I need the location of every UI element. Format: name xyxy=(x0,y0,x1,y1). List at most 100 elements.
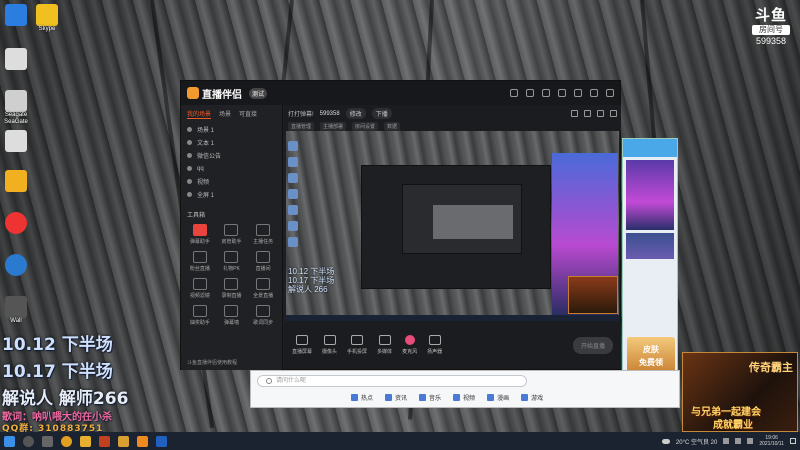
message-icon[interactable] xyxy=(526,89,534,97)
tool-item[interactable]: 全景直播 xyxy=(248,278,278,299)
search-tab[interactable]: 漫画 xyxy=(487,393,509,402)
tool-item[interactable]: 房管助手 xyxy=(217,224,247,245)
share-icon[interactable] xyxy=(610,110,617,117)
room-tag[interactable]: 房间设置 xyxy=(352,122,379,131)
search-tab[interactable]: 游戏 xyxy=(521,393,543,402)
game-ad-banner[interactable]: 传奇霸主 与兄弟一起建会 成就霸业 xyxy=(682,352,798,432)
lottery-icon xyxy=(192,305,207,317)
settings-icon[interactable] xyxy=(542,89,550,97)
desktop-icon-1[interactable] xyxy=(3,4,29,26)
danmu-hint: 打打弹幕! xyxy=(288,112,314,118)
scene-item[interactable]: 视频 xyxy=(181,175,282,188)
search-tab[interactable]: 音乐 xyxy=(419,393,441,402)
eye-icon[interactable] xyxy=(187,166,192,171)
desktop-icon-6[interactable] xyxy=(3,170,29,192)
side-window-thumb[interactable] xyxy=(626,233,674,259)
preview-nested-window-inner xyxy=(433,205,513,239)
app-icon[interactable] xyxy=(156,435,167,447)
overlay-line-3: 解说人 解师266 xyxy=(2,389,129,409)
start-icon[interactable] xyxy=(4,435,15,447)
scene-item[interactable]: 文本 1 xyxy=(181,136,282,149)
eye-icon[interactable] xyxy=(187,153,192,158)
eye-icon[interactable] xyxy=(187,127,192,132)
desktop-icon-wall[interactable]: Wall xyxy=(3,296,29,325)
eye-icon[interactable] xyxy=(187,192,192,197)
maximize-icon[interactable] xyxy=(590,89,598,97)
chart-icon[interactable] xyxy=(584,110,591,117)
music-icon xyxy=(419,394,427,401)
notification-icon[interactable] xyxy=(790,438,796,444)
phone-cast-button[interactable]: 手机投屏 xyxy=(347,335,367,355)
desktop-icon-3[interactable] xyxy=(3,48,29,70)
app-icon xyxy=(36,4,58,26)
room-tag[interactable]: 直播管理 xyxy=(288,122,315,131)
menu-icon[interactable] xyxy=(558,89,566,97)
tool-item[interactable]: 礼物PK xyxy=(217,251,247,272)
task-icon xyxy=(256,224,271,236)
weather-text[interactable]: 20°C 空气良 20 xyxy=(676,437,717,446)
tool-item[interactable]: 直播间 xyxy=(248,251,278,272)
search-tab[interactable]: 热点 xyxy=(351,393,373,402)
stream-preview[interactable]: 10.12 下半场 10.17 下半场 解说人 266 xyxy=(286,131,619,321)
scene-item[interactable]: 微信公告 xyxy=(181,149,282,162)
minimize-icon[interactable] xyxy=(574,89,582,97)
media-button[interactable]: 多媒体 xyxy=(377,335,392,355)
app-icon[interactable] xyxy=(118,435,129,447)
search-tab[interactable]: 视频 xyxy=(453,393,475,402)
weather-icon[interactable] xyxy=(661,438,670,444)
app-icon[interactable] xyxy=(137,435,148,447)
chrome-icon[interactable] xyxy=(61,435,72,447)
desktop-icon-7[interactable] xyxy=(3,212,29,234)
search-input[interactable]: 请问什么呢 xyxy=(257,375,527,387)
task-view-icon[interactable] xyxy=(42,435,53,447)
hot-icon xyxy=(351,394,358,401)
scene-item[interactable]: 场景 1 xyxy=(181,123,282,136)
tool-item[interactable]: 录制直播 xyxy=(217,278,247,299)
tool-item[interactable]: 视频滤镜 xyxy=(185,278,215,299)
room-tag[interactable]: 主播部署 xyxy=(320,122,347,131)
tab-my-scenes[interactable]: 我的场景 xyxy=(187,109,212,119)
speaker-icon xyxy=(428,335,441,345)
desktop-icon-steam[interactable] xyxy=(3,254,29,276)
preview-desktop-icons xyxy=(288,141,300,253)
eye-icon[interactable] xyxy=(187,140,192,145)
grid-icon[interactable] xyxy=(597,110,604,117)
tab-direct[interactable]: 可直接 xyxy=(239,109,257,119)
windows-icon xyxy=(5,4,27,26)
search-icon[interactable] xyxy=(23,435,34,447)
desktop-icon-skype[interactable]: Skype xyxy=(34,4,60,33)
skin-icon[interactable] xyxy=(510,89,518,97)
speaker-button[interactable]: 扬声器 xyxy=(427,335,442,355)
gift-icon[interactable] xyxy=(571,110,578,117)
side-window-banner[interactable] xyxy=(626,160,674,230)
tool-item[interactable]: 弹幕墙 xyxy=(217,305,247,326)
tool-item[interactable]: 抽奖助手 xyxy=(185,305,215,326)
tool-item[interactable]: 弹幕助手 xyxy=(185,224,215,245)
desktop-icon-5[interactable] xyxy=(3,130,29,152)
tool-item[interactable]: 歌词同步 xyxy=(248,305,278,326)
video-icon xyxy=(453,394,461,401)
eye-icon[interactable] xyxy=(187,179,192,184)
window-controls xyxy=(510,89,614,97)
tutorial-link[interactable]: 斗鱼直播伴侣使用教程 xyxy=(187,359,237,366)
tray-icons[interactable] xyxy=(723,438,754,444)
user-icon xyxy=(224,224,239,236)
screen-capture-button[interactable]: 直播屏幕 xyxy=(292,335,312,355)
status-button[interactable]: 下播 xyxy=(371,108,392,119)
scene-item[interactable]: qq xyxy=(181,162,282,175)
scene-item[interactable]: 全屏 1 xyxy=(181,188,282,201)
edit-button[interactable]: 修改 xyxy=(345,108,366,119)
tool-item[interactable]: 粉丝直播 xyxy=(185,251,215,272)
start-live-button[interactable]: 开始直播 xyxy=(572,336,613,354)
close-icon[interactable] xyxy=(606,89,614,97)
tab-scenes[interactable]: 场景 xyxy=(219,109,231,119)
search-tab[interactable]: 资讯 xyxy=(385,393,407,402)
app-icon[interactable] xyxy=(99,435,110,447)
clock[interactable]: 19:06 2021/10/11 xyxy=(759,435,784,447)
tool-item[interactable]: 主播任务 xyxy=(248,224,278,245)
camera-button[interactable]: 摄像头 xyxy=(322,335,337,355)
app-icon[interactable] xyxy=(80,435,91,447)
desktop-icon-seagate[interactable]: Seagate SeaGate xyxy=(3,90,29,126)
microphone-button[interactable]: 麦克风 xyxy=(402,335,417,355)
room-tag[interactable]: 数据 xyxy=(384,122,401,131)
